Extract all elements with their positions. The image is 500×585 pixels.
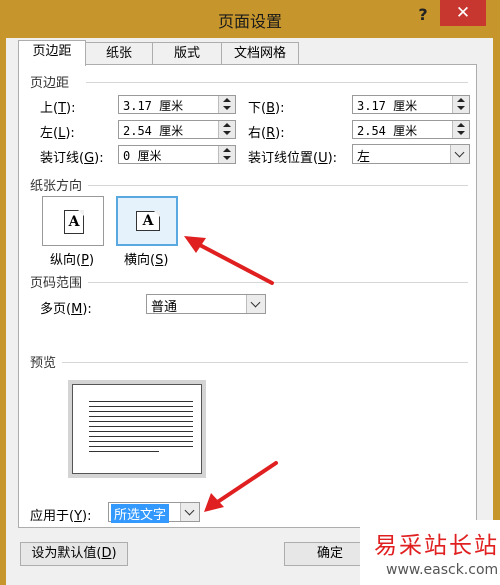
watermark-title: 易采站长站 bbox=[374, 533, 499, 559]
arrow-to-apply-to bbox=[204, 461, 278, 512]
watermark-url: www.easck.com bbox=[386, 562, 499, 578]
annotation-arrows bbox=[184, 236, 278, 512]
watermark: 易采站长站 www.easck.com bbox=[360, 520, 500, 585]
arrow-to-landscape bbox=[184, 236, 274, 285]
tab-margins[interactable]: 页边距 bbox=[18, 40, 86, 66]
